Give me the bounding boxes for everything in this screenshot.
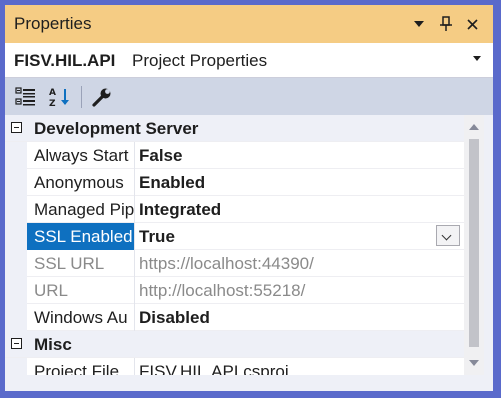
chevron-down-icon xyxy=(473,56,481,61)
alphabetical-button[interactable]: A Z xyxy=(47,84,73,110)
property-row-selected[interactable]: SSL Enabled True xyxy=(5,223,464,250)
window-options-button[interactable] xyxy=(408,13,430,35)
property-value[interactable]: Enabled xyxy=(136,169,456,196)
pin-button[interactable] xyxy=(435,13,457,35)
toolbar-separator xyxy=(81,86,82,108)
properties-window: Properties FISV.HIL.API Project Properti… xyxy=(5,5,493,391)
object-name: FISV.HIL.API xyxy=(14,51,116,70)
categorized-button[interactable] xyxy=(13,84,39,110)
property-name: Project File xyxy=(27,358,135,375)
property-row[interactable]: URL http://localhost:55218/ xyxy=(5,277,464,304)
category-row-development-server[interactable]: Development Server xyxy=(5,115,464,142)
object-selector[interactable]: FISV.HIL.API Project Properties xyxy=(5,43,493,78)
property-name: Managed Pip xyxy=(27,196,135,223)
close-button[interactable] xyxy=(461,13,483,35)
vertical-scrollbar[interactable] xyxy=(464,115,484,375)
scrollbar-thumb[interactable] xyxy=(469,139,479,347)
properties-toolbar: A Z xyxy=(5,78,493,115)
property-value[interactable]: http://localhost:55218/ xyxy=(136,277,456,304)
property-row[interactable]: SSL URL https://localhost:44390/ xyxy=(5,250,464,277)
property-value[interactable]: True xyxy=(136,223,456,250)
object-type: Project Properties xyxy=(132,51,268,70)
title-bar: Properties xyxy=(5,5,493,43)
property-name: Always Start xyxy=(27,142,135,169)
property-name: URL xyxy=(27,277,135,304)
scroll-up-icon[interactable] xyxy=(469,124,479,130)
property-value[interactable]: False xyxy=(136,142,456,169)
property-name: SSL Enabled xyxy=(27,223,135,250)
property-row[interactable]: Project File FISV.HIL.API.csproj xyxy=(5,358,464,375)
close-icon xyxy=(466,18,478,30)
category-row-misc[interactable]: Misc xyxy=(5,331,464,358)
wrench-icon xyxy=(92,88,111,107)
property-row[interactable]: Always Start False xyxy=(5,142,464,169)
property-value[interactable]: Disabled xyxy=(136,304,456,331)
pin-icon xyxy=(440,16,452,31)
svg-text:A: A xyxy=(49,88,56,98)
property-value[interactable]: https://localhost:44390/ xyxy=(136,250,456,277)
property-row[interactable]: Windows Au Disabled xyxy=(5,304,464,331)
categorized-icon xyxy=(15,87,35,106)
scroll-down-icon[interactable] xyxy=(469,360,479,366)
category-label: Development Server xyxy=(34,119,199,138)
property-value[interactable]: Integrated xyxy=(136,196,456,223)
description-pane xyxy=(5,375,493,391)
property-grid: Development Server Always Start False An… xyxy=(5,115,464,375)
category-label: Misc xyxy=(34,335,72,354)
property-value[interactable]: FISV.HIL.API.csproj xyxy=(136,358,456,375)
property-name: SSL URL xyxy=(27,250,135,277)
window-title: Properties xyxy=(14,14,92,33)
property-pages-button[interactable] xyxy=(89,84,115,110)
chevron-down-icon xyxy=(414,21,424,27)
property-row[interactable]: Managed Pip Integrated xyxy=(5,196,464,223)
property-name: Anonymous xyxy=(27,169,135,196)
value-dropdown-button[interactable] xyxy=(436,225,460,246)
alphabetical-sort-icon: A Z xyxy=(49,88,69,108)
property-row[interactable]: Anonymous Enabled xyxy=(5,169,464,196)
property-name: Windows Au xyxy=(27,304,135,331)
svg-text:Z: Z xyxy=(49,99,56,108)
